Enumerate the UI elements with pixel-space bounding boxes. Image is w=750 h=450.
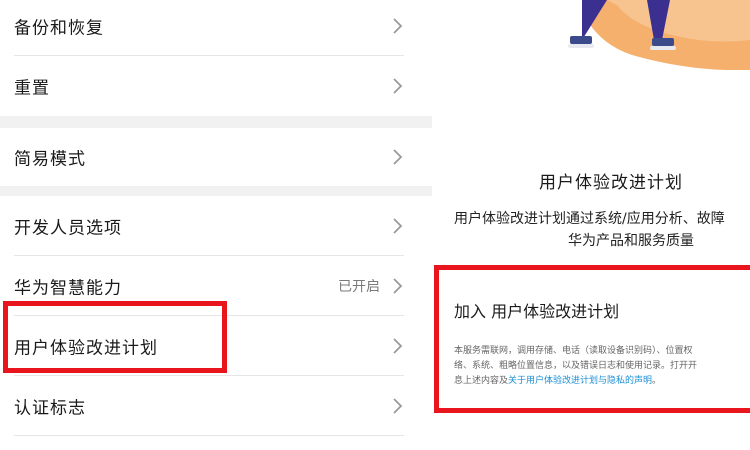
settings-row-certification[interactable]: 认证标志	[0, 376, 432, 436]
chevron-right-icon	[393, 218, 403, 234]
fine-print: 络、系统、粗略位置信息，以及错误日志和使用记录。打开开	[454, 361, 698, 371]
settings-row-label: 备份和恢复	[14, 18, 104, 39]
status-text: 已开启	[338, 279, 380, 295]
fine-print-suffix: 。	[652, 376, 662, 386]
plan-detail-panel: 用户体验改进计划 用户体验改进计划通过系统/应用分析、故障 华为产品和服务质量 …	[432, 0, 750, 450]
settings-list: 备份和恢复 重置 简易模式 开发人员选项 华为智慧能力 已开启 用户体验改进计划…	[0, 0, 432, 450]
settings-row-label: 开发人员选项	[14, 218, 122, 239]
fine-print-prefix: 息上述内容及	[454, 376, 509, 386]
chevron-right-icon	[393, 78, 403, 94]
settings-row-label: 重置	[14, 78, 50, 99]
divider	[14, 435, 404, 436]
settings-row-label: 华为智慧能力	[14, 278, 122, 299]
chevron-right-icon	[393, 18, 403, 34]
settings-row-backup-restore[interactable]: 备份和恢复	[0, 0, 432, 56]
chevron-right-icon	[393, 338, 403, 354]
plan-description: 用户体验改进计划通过系统/应用分析、故障	[454, 211, 725, 227]
plan-description: 华为产品和服务质量	[568, 233, 694, 249]
plan-title: 用户体验改进计划	[539, 173, 683, 193]
settings-row-label: 简易模式	[14, 149, 86, 170]
illustration-figure	[568, 0, 750, 70]
highlight-box	[3, 301, 227, 373]
join-plan-toggle-label[interactable]: 加入 用户体验改进计划	[454, 298, 619, 322]
settings-row-reset[interactable]: 重置	[0, 56, 432, 116]
highlight-box	[434, 265, 750, 413]
chevron-right-icon	[393, 278, 403, 294]
chevron-right-icon	[393, 149, 403, 165]
fine-print: 本服务需联网，调用存储、电话（读取设备识别码）、位置权	[454, 346, 693, 356]
privacy-statement-link[interactable]: 关于用户体验改进计划与隐私的声明	[508, 376, 652, 386]
fine-print: 息上述内容及关于用户体验改进计划与隐私的声明。	[454, 373, 661, 386]
chevron-right-icon	[393, 398, 403, 414]
settings-row-label: 认证标志	[14, 398, 86, 419]
settings-row-simple-mode[interactable]: 简易模式	[0, 128, 432, 186]
settings-row-developer-options[interactable]: 开发人员选项	[0, 196, 432, 256]
